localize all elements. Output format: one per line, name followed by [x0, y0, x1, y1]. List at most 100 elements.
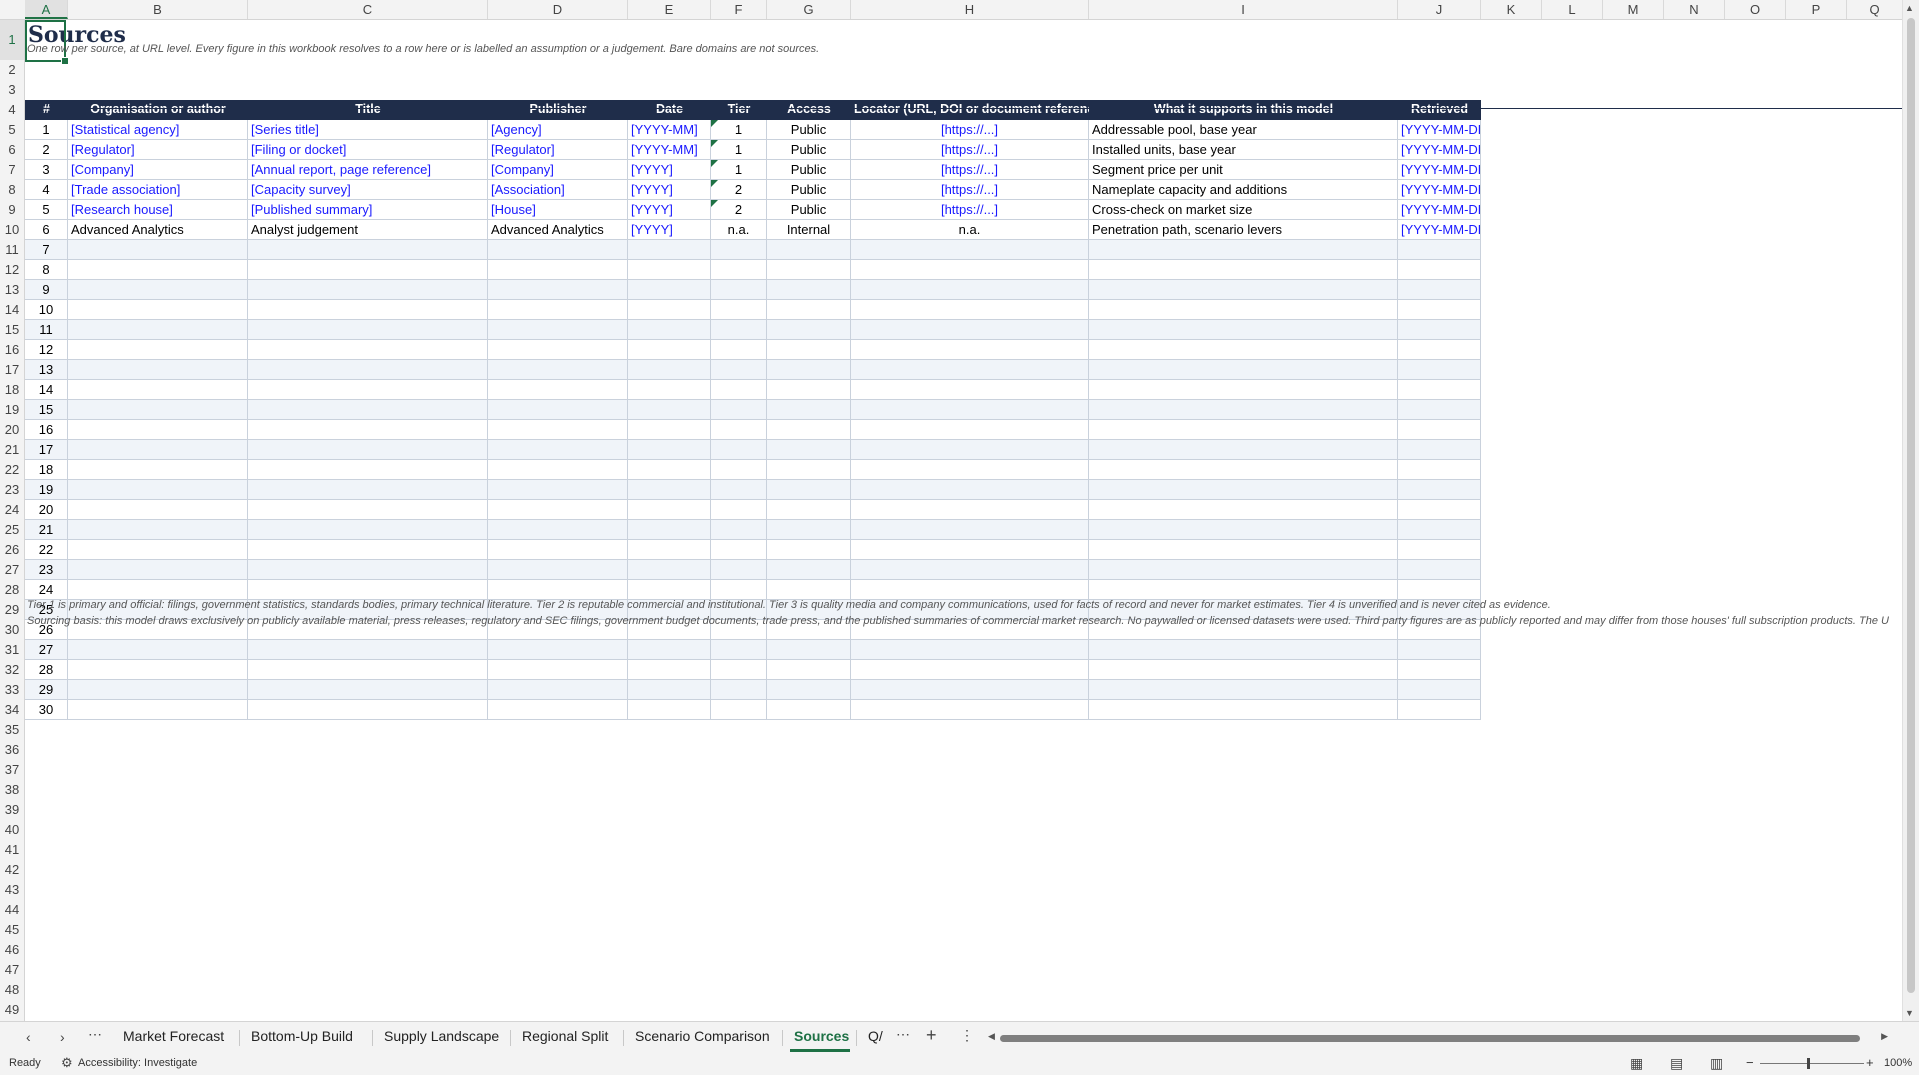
column-header-m[interactable]: M: [1603, 0, 1664, 19]
empty-title[interactable]: [248, 700, 488, 720]
empty-locator[interactable]: [851, 420, 1089, 440]
row-header[interactable]: 21: [0, 440, 24, 460]
tab-sources[interactable]: Sources: [794, 1028, 849, 1044]
empty-title[interactable]: [248, 520, 488, 540]
row-header[interactable]: 17: [0, 360, 24, 380]
tab-market-forecast[interactable]: Market Forecast: [123, 1028, 224, 1044]
source-num[interactable]: 5: [25, 200, 68, 220]
row-header[interactable]: 39: [0, 800, 24, 820]
empty-access[interactable]: [767, 680, 851, 700]
row-header[interactable]: 4: [0, 100, 24, 120]
source-num[interactable]: 2: [25, 140, 68, 160]
empty-date[interactable]: [628, 680, 711, 700]
row-header[interactable]: 28: [0, 580, 24, 600]
empty-retrieved[interactable]: [1398, 500, 1481, 520]
row-header[interactable]: 18: [0, 380, 24, 400]
empty-num[interactable]: 23: [25, 560, 68, 580]
empty-tier[interactable]: [711, 580, 767, 600]
empty-date[interactable]: [628, 540, 711, 560]
source-num[interactable]: 1: [25, 120, 68, 140]
empty-title[interactable]: [248, 400, 488, 420]
row-header[interactable]: 47: [0, 960, 24, 980]
empty-locator[interactable]: [851, 280, 1089, 300]
source-date[interactable]: [YYYY]: [628, 220, 711, 240]
empty-access[interactable]: [767, 300, 851, 320]
empty-supports[interactable]: [1089, 580, 1398, 600]
empty-locator[interactable]: [851, 400, 1089, 420]
column-header-e[interactable]: E: [628, 0, 711, 19]
empty-tier[interactable]: [711, 440, 767, 460]
row-header[interactable]: 44: [0, 900, 24, 920]
empty-retrieved[interactable]: [1398, 280, 1481, 300]
empty-tier[interactable]: [711, 320, 767, 340]
row-header[interactable]: 45: [0, 920, 24, 940]
empty-publisher[interactable]: [488, 460, 628, 480]
row-header[interactable]: 24: [0, 500, 24, 520]
zoom-out-icon[interactable]: −: [1746, 1055, 1754, 1070]
empty-publisher[interactable]: [488, 400, 628, 420]
empty-num[interactable]: 27: [25, 640, 68, 660]
empty-retrieved[interactable]: [1398, 260, 1481, 280]
source-org[interactable]: [Company]: [68, 160, 248, 180]
source-title[interactable]: [Series title]: [248, 120, 488, 140]
row-header[interactable]: 35: [0, 720, 24, 740]
empty-locator[interactable]: [851, 640, 1089, 660]
source-num[interactable]: 4: [25, 180, 68, 200]
accessibility-status[interactable]: Accessibility: Investigate: [78, 1057, 197, 1069]
empty-tier[interactable]: [711, 240, 767, 260]
empty-publisher[interactable]: [488, 440, 628, 460]
row-header[interactable]: 27: [0, 560, 24, 580]
empty-org[interactable]: [68, 340, 248, 360]
empty-locator[interactable]: [851, 660, 1089, 680]
empty-tier[interactable]: [711, 400, 767, 420]
column-header-o[interactable]: O: [1725, 0, 1786, 19]
horizontal-scroll-thumb[interactable]: [1000, 1035, 1860, 1042]
zoom-in-icon[interactable]: +: [1866, 1055, 1874, 1070]
empty-locator[interactable]: [851, 320, 1089, 340]
empty-supports[interactable]: [1089, 540, 1398, 560]
empty-date[interactable]: [628, 300, 711, 320]
empty-org[interactable]: [68, 260, 248, 280]
empty-date[interactable]: [628, 400, 711, 420]
tab-regional-split[interactable]: Regional Split: [522, 1028, 608, 1044]
empty-supports[interactable]: [1089, 460, 1398, 480]
column-header-j[interactable]: J: [1398, 0, 1481, 19]
empty-num[interactable]: 11: [25, 320, 68, 340]
empty-title[interactable]: [248, 680, 488, 700]
empty-publisher[interactable]: [488, 340, 628, 360]
empty-date[interactable]: [628, 480, 711, 500]
empty-retrieved[interactable]: [1398, 240, 1481, 260]
source-tier[interactable]: 1: [711, 120, 767, 140]
empty-org[interactable]: [68, 680, 248, 700]
scroll-up-icon[interactable]: ▲: [1905, 3, 1914, 13]
column-header-n[interactable]: N: [1664, 0, 1725, 19]
empty-publisher[interactable]: [488, 500, 628, 520]
more-tabs-right-icon[interactable]: ⋯: [896, 1026, 910, 1043]
empty-tier[interactable]: [711, 380, 767, 400]
empty-title[interactable]: [248, 480, 488, 500]
empty-num[interactable]: 9: [25, 280, 68, 300]
empty-date[interactable]: [628, 660, 711, 680]
column-header-i[interactable]: I: [1089, 0, 1398, 19]
empty-org[interactable]: [68, 700, 248, 720]
source-date[interactable]: [YYYY]: [628, 200, 711, 220]
row-header[interactable]: 14: [0, 300, 24, 320]
scroll-down-icon[interactable]: ▼: [1905, 1008, 1914, 1018]
empty-locator[interactable]: [851, 480, 1089, 500]
empty-retrieved[interactable]: [1398, 660, 1481, 680]
tab-bottom-up-build[interactable]: Bottom-Up Build: [251, 1028, 353, 1044]
row-header[interactable]: 31: [0, 640, 24, 660]
empty-org[interactable]: [68, 580, 248, 600]
empty-tier[interactable]: [711, 280, 767, 300]
source-retrieved[interactable]: [YYYY-MM-DD]: [1398, 120, 1481, 140]
row-header[interactable]: 16: [0, 340, 24, 360]
page-break-preview-icon[interactable]: ▥: [1710, 1055, 1723, 1072]
empty-retrieved[interactable]: [1398, 420, 1481, 440]
tab-scenario-comparison[interactable]: Scenario Comparison: [635, 1028, 770, 1044]
empty-access[interactable]: [767, 500, 851, 520]
empty-num[interactable]: 28: [25, 660, 68, 680]
empty-supports[interactable]: [1089, 320, 1398, 340]
row-header[interactable]: 5: [0, 120, 24, 140]
row-header[interactable]: 23: [0, 480, 24, 500]
row-header[interactable]: 10: [0, 220, 24, 240]
